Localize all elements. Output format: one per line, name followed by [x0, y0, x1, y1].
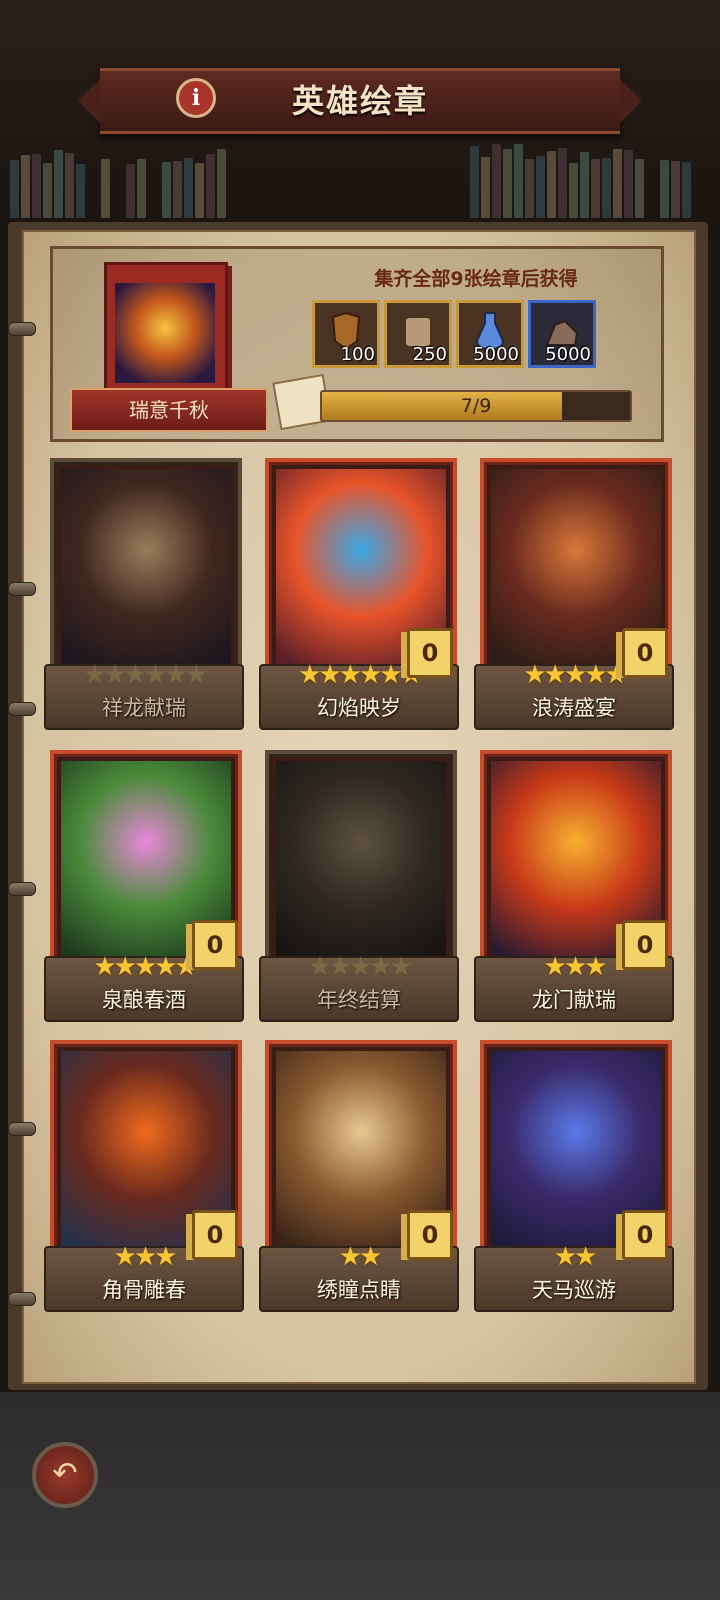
book-spine: [514, 144, 523, 218]
book-spine: [492, 144, 501, 218]
hero-card[interactable]: ★★★★★★ 祥龙献瑞: [44, 458, 244, 734]
reward-qty: 250: [412, 344, 447, 365]
binder-ring: [8, 1292, 36, 1306]
bookshelf-left: [10, 140, 230, 222]
binder-ring: [8, 1122, 36, 1136]
info-icon[interactable]: i: [176, 78, 216, 118]
progress-label: 7/9: [460, 395, 492, 417]
reward-item-ore[interactable]: 5000: [528, 300, 596, 368]
duplicate-count-badge: 0: [192, 1210, 238, 1260]
duplicate-count-badge: 0: [622, 628, 668, 678]
card-name-plate: ★★★★★ 年终结算: [259, 952, 459, 1022]
back-button[interactable]: ↶: [32, 1442, 98, 1508]
book-spine: [101, 159, 110, 218]
hero-card[interactable]: ★★★ 龙门献瑞 0: [474, 750, 674, 1026]
book-spine: [173, 161, 182, 218]
duplicate-count-badge: 0: [407, 628, 453, 678]
card-illustration: [61, 469, 231, 671]
card-name: 绣瞳点睛: [317, 1278, 401, 1302]
collection-progress-bar: 7/9: [320, 390, 632, 422]
card-name: 祥龙献瑞: [102, 696, 186, 720]
book-spine: [481, 157, 490, 218]
album-cover[interactable]: [104, 262, 228, 398]
book-spine: [613, 149, 622, 218]
reward-item-armor[interactable]: 100: [312, 300, 380, 368]
book-spine: [536, 156, 545, 218]
card-name: 浪涛盛宴: [532, 696, 616, 720]
reward-item-potion[interactable]: 5000: [456, 300, 524, 368]
hero-card[interactable]: ★★★★★ 浪涛盛宴 0: [474, 458, 674, 734]
hero-card[interactable]: ★★★ 角骨雕春 0: [44, 1040, 244, 1316]
binder-ring: [8, 702, 36, 716]
binder-ring: [8, 322, 36, 336]
book-spine: [54, 150, 63, 218]
duplicate-count-badge: 0: [192, 920, 238, 970]
card-name-plate: ★★★★★★ 祥龙献瑞: [44, 660, 244, 730]
dragon-art-icon: [115, 283, 215, 383]
book-spine: [547, 151, 556, 218]
card-frame: [50, 458, 242, 682]
reward-qty: 100: [340, 344, 375, 365]
book-spine: [206, 154, 215, 218]
book-spine: [580, 152, 589, 218]
book-spine: [76, 164, 85, 218]
book-spine: [10, 160, 19, 218]
book-spine: [65, 153, 74, 218]
book-spine: [184, 158, 193, 218]
duplicate-count-badge: 0: [407, 1210, 453, 1260]
book-spine: [682, 162, 691, 218]
reward-item-scroll[interactable]: 250: [384, 300, 452, 368]
card-illustration: [276, 761, 446, 963]
book-spine: [558, 148, 567, 218]
book-spine: [635, 159, 644, 218]
book-spine: [126, 164, 135, 218]
bookshelf-right: [470, 140, 700, 222]
book-spine: [162, 162, 171, 218]
duplicate-count-badge: 0: [622, 1210, 668, 1260]
book-spine: [525, 159, 534, 218]
book-spine: [470, 146, 479, 218]
card-frame: [265, 750, 457, 974]
star-rating: ★★★★★: [308, 952, 413, 982]
hero-card[interactable]: ★★★★★ 泉酿春酒 0: [44, 750, 244, 1026]
book-spine: [591, 159, 600, 218]
reward-qty: 5000: [473, 344, 519, 365]
book-spine: [503, 149, 512, 218]
hero-card[interactable]: ★★ 绣瞳点睛 0: [259, 1040, 459, 1316]
binder-ring: [8, 882, 36, 896]
duplicate-count-badge: 0: [622, 920, 668, 970]
card-name: 幻焰映岁: [317, 696, 401, 720]
book-spine: [43, 163, 52, 218]
book-spine: [137, 159, 146, 218]
book-spine: [21, 155, 30, 218]
bottom-bar: [0, 1392, 720, 1600]
book-spine: [660, 160, 669, 218]
book-spine: [671, 161, 680, 218]
album-name: 瑞意千秋: [70, 388, 268, 432]
star-rating: ★★★★★★: [83, 660, 208, 690]
book-spine: [195, 163, 204, 218]
book-spine: [569, 163, 578, 218]
reward-qty: 5000: [545, 344, 591, 365]
card-name: 龙门献瑞: [532, 988, 616, 1012]
book-spine: [32, 154, 41, 218]
hero-card[interactable]: ★★★★★★ 幻焰映岁 0: [259, 458, 459, 734]
hero-card[interactable]: ★★★★★ 年终结算: [259, 750, 459, 1026]
book-spine: [217, 149, 226, 218]
book-spine: [602, 158, 611, 218]
hero-card[interactable]: ★★ 天马巡游 0: [474, 1040, 674, 1316]
binder-ring: [8, 582, 36, 596]
card-name: 泉酿春酒: [102, 988, 186, 1012]
book-spine: [624, 150, 633, 218]
collect-reward-caption: 集齐全部9张绘章后获得: [374, 268, 578, 290]
card-name: 天马巡游: [532, 1278, 616, 1302]
card-name: 角骨雕春: [102, 1278, 186, 1302]
card-name: 年终结算: [317, 988, 401, 1012]
